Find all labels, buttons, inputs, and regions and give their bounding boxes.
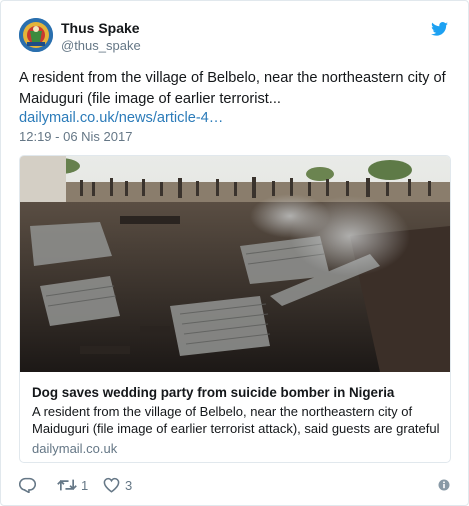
info-icon[interactable] (438, 479, 450, 491)
link-card[interactable]: Dog saves wedding party from suicide bom… (19, 155, 451, 463)
retweet-icon (57, 479, 77, 491)
article-link[interactable]: dailymail.co.uk/news/article-4… (19, 109, 223, 127)
author-handle[interactable]: @thus_spake (61, 38, 141, 54)
tweet-text: A resident from the village of Belbelo, … (19, 70, 446, 107)
card-title: Dog saves wedding party from suicide bom… (32, 385, 395, 400)
author-name[interactable]: Thus Spake (61, 20, 140, 37)
avatar[interactable] (19, 18, 53, 52)
like-button[interactable]: 3 (103, 476, 153, 496)
embedded-tweet: Thus Spake @thus_spake A resident from t… (0, 0, 469, 506)
card-domain: dailymail.co.uk (32, 441, 118, 456)
card-image (20, 156, 450, 372)
twitter-bird-icon[interactable] (431, 22, 448, 36)
retweet-count: 1 (81, 478, 89, 493)
card-description: A resident from the village of Belbelo, … (32, 404, 440, 436)
heart-icon (103, 477, 120, 493)
like-count: 3 (125, 478, 133, 493)
retweet-button[interactable]: 1 (57, 476, 107, 496)
tweet-timestamp[interactable]: 12:19 - 06 Nis 2017 (19, 129, 132, 145)
reply-icon (19, 477, 36, 493)
reply-button[interactable] (19, 476, 39, 496)
